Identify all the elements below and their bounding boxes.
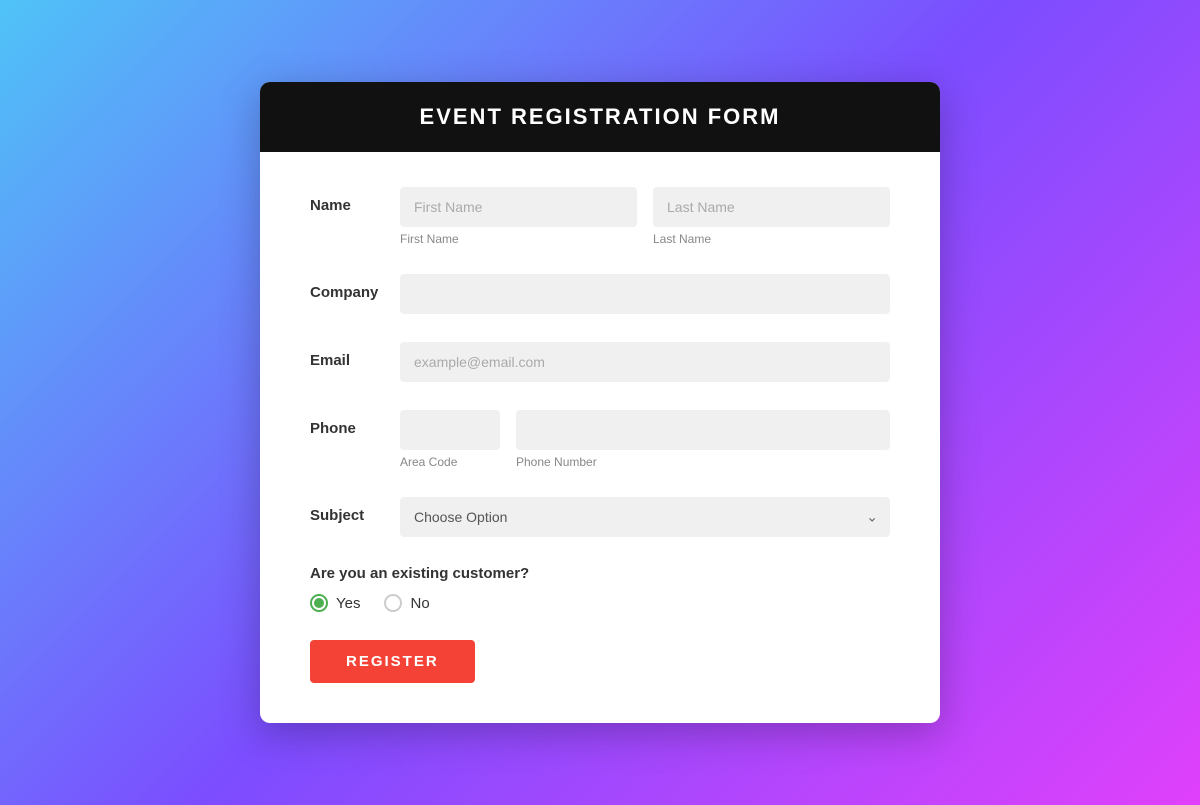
radio-group: Yes No xyxy=(310,594,890,612)
company-fields xyxy=(400,274,890,314)
phone-number-group: Phone Number xyxy=(516,410,890,469)
phone-number-input[interactable] xyxy=(516,410,890,450)
first-name-sub-label: First Name xyxy=(400,232,637,246)
subject-fields: Choose Option General Inquiry Support Sa… xyxy=(400,497,890,537)
no-radio-circle xyxy=(384,594,402,612)
first-name-input[interactable] xyxy=(400,187,637,227)
first-name-group: First Name xyxy=(400,187,637,246)
phone-number-sub-label: Phone Number xyxy=(516,455,890,469)
area-code-sub-label: Area Code xyxy=(400,455,500,469)
form-card: EVENT REGISTRATION FORM Name First Name … xyxy=(260,82,940,723)
phone-fields: Area Code Phone Number xyxy=(400,410,890,469)
form-title: EVENT REGISTRATION FORM xyxy=(290,104,910,130)
register-button[interactable]: REGISTER xyxy=(310,640,475,683)
name-fields: First Name Last Name xyxy=(400,187,890,246)
yes-label: Yes xyxy=(336,595,360,612)
yes-option[interactable]: Yes xyxy=(310,594,360,612)
phone-label: Phone xyxy=(310,410,400,437)
name-row: Name First Name Last Name xyxy=(310,187,890,246)
phone-row: Phone Area Code Phone Number xyxy=(310,410,890,469)
subject-select-wrapper: Choose Option General Inquiry Support Sa… xyxy=(400,497,890,537)
form-body: Name First Name Last Name Company xyxy=(260,152,940,723)
no-option[interactable]: No xyxy=(384,594,429,612)
company-label: Company xyxy=(310,274,400,301)
yes-radio-circle xyxy=(310,594,328,612)
email-input[interactable] xyxy=(400,342,890,382)
email-row: Email xyxy=(310,342,890,382)
form-header: EVENT REGISTRATION FORM xyxy=(260,82,940,152)
subject-row: Subject Choose Option General Inquiry Su… xyxy=(310,497,890,537)
email-fields xyxy=(400,342,890,382)
company-row: Company xyxy=(310,274,890,314)
no-label: No xyxy=(410,595,429,612)
name-label: Name xyxy=(310,187,400,214)
subject-select[interactable]: Choose Option General Inquiry Support Sa… xyxy=(400,497,890,537)
company-input[interactable] xyxy=(400,274,890,314)
subject-label: Subject xyxy=(310,497,400,524)
customer-question: Are you an existing customer? xyxy=(310,565,890,582)
customer-section: Are you an existing customer? Yes No xyxy=(310,565,890,612)
area-code-group: Area Code xyxy=(400,410,500,469)
last-name-sub-label: Last Name xyxy=(653,232,890,246)
email-label: Email xyxy=(310,342,400,369)
area-code-input[interactable] xyxy=(400,410,500,450)
last-name-group: Last Name xyxy=(653,187,890,246)
last-name-input[interactable] xyxy=(653,187,890,227)
